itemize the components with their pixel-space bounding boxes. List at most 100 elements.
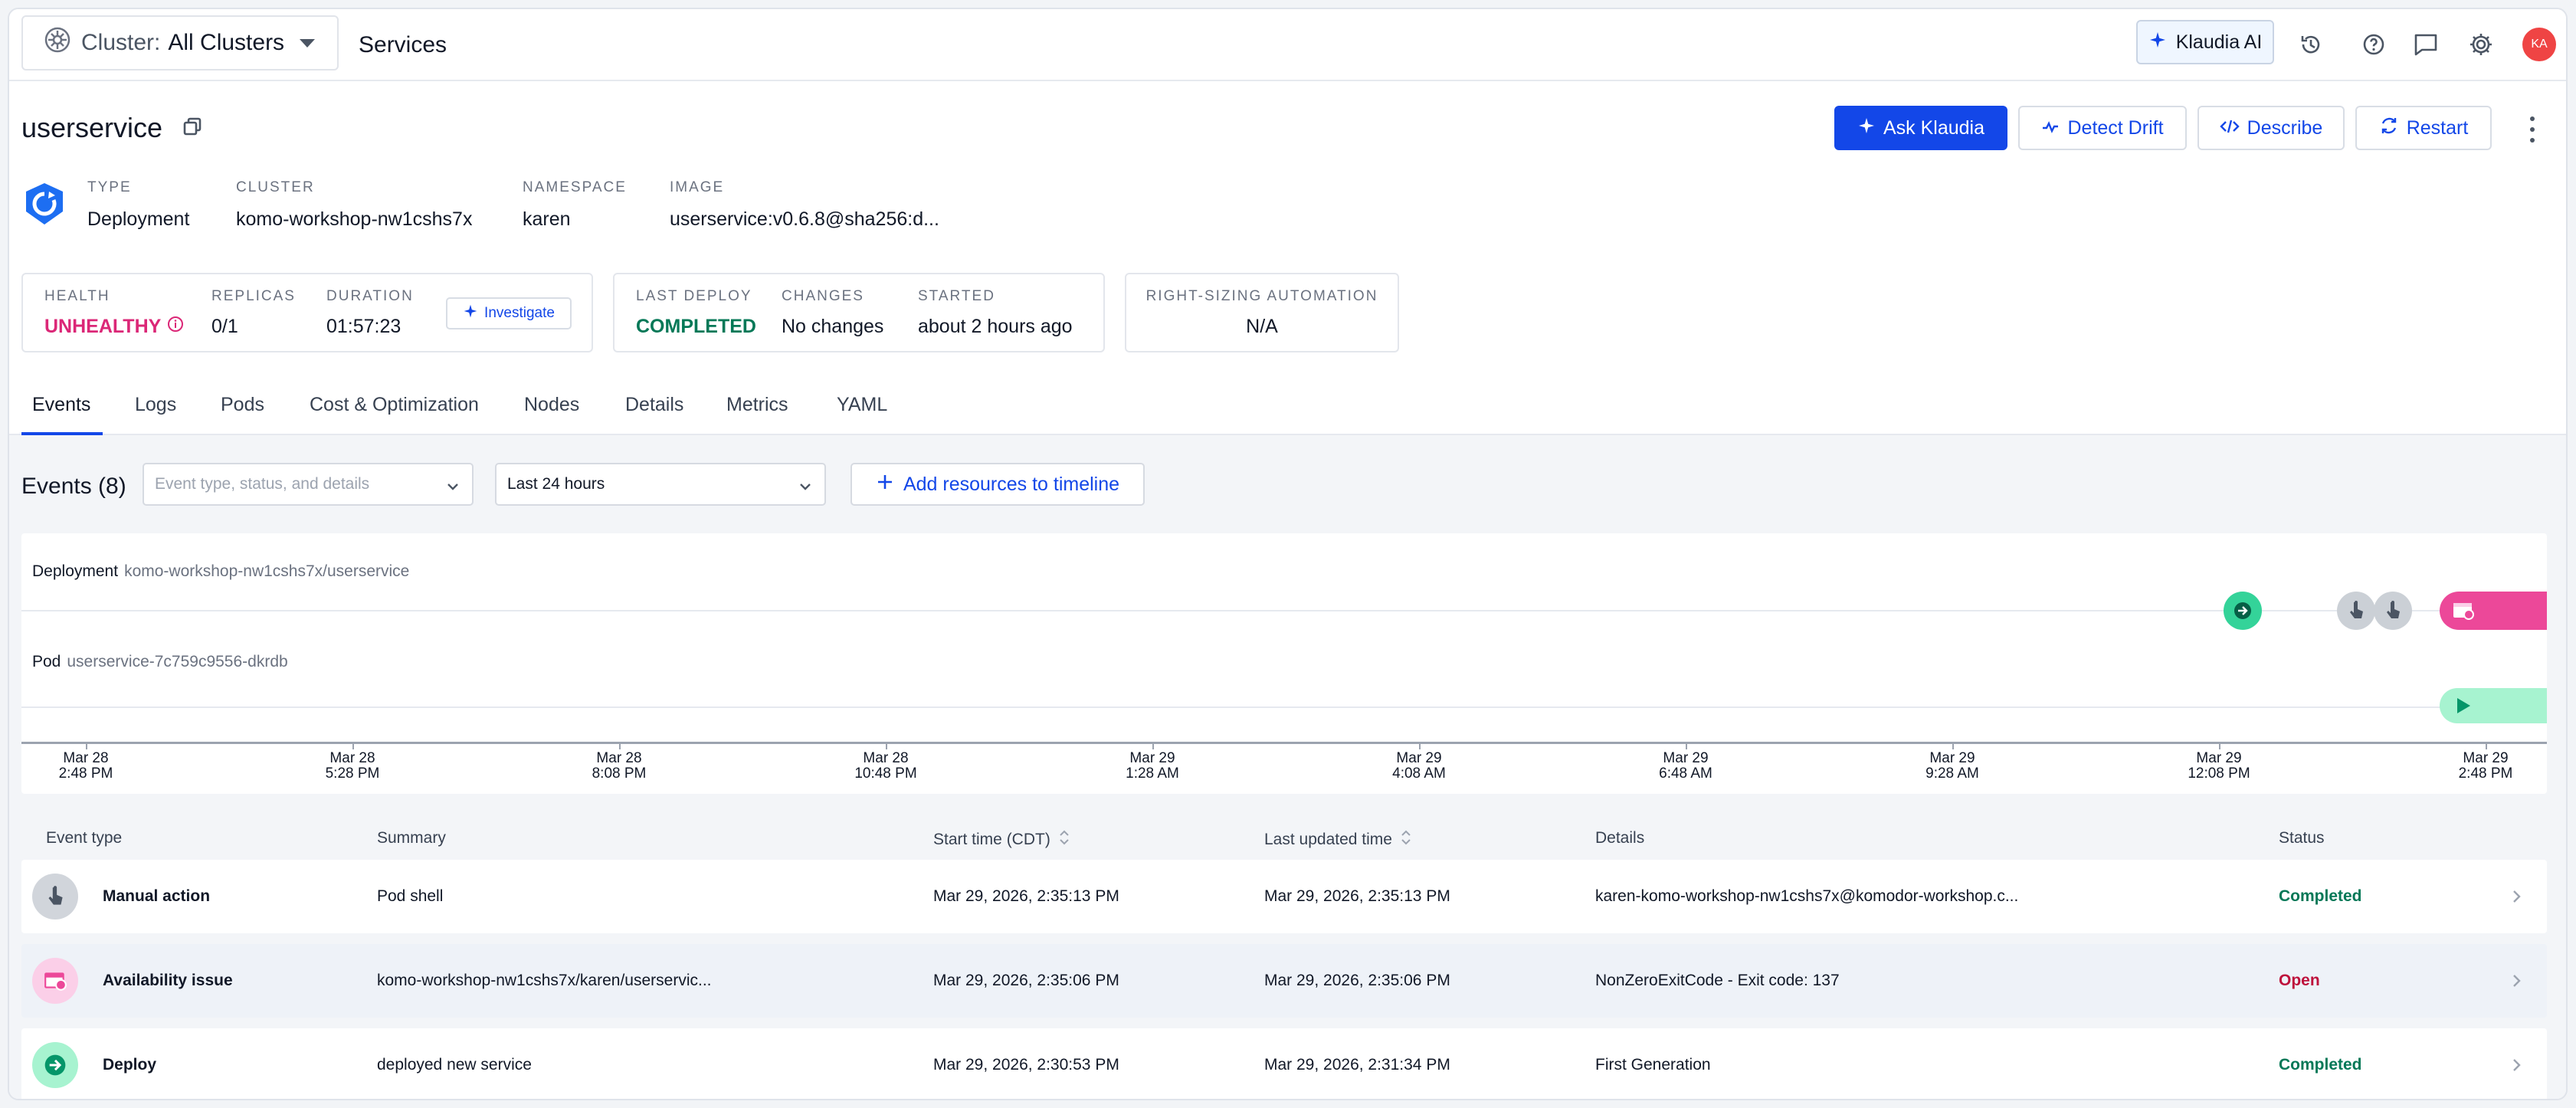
meta-namespace: NAMESPACE karen [523,179,627,231]
detect-drift-button[interactable]: Detect Drift [2018,106,2187,150]
table-row[interactable]: Deploy deployed new service Mar 29, 2026… [21,1028,2547,1099]
ask-klaudia-label: Ask Klaudia [1883,116,1985,139]
availability-issue-bar[interactable] [2440,592,2547,630]
events-table-header: Event type Summary Start time (CDT) Last… [21,818,2547,858]
tab-logs[interactable]: Logs [135,394,176,416]
manual-action-marker[interactable] [2374,592,2412,630]
event-filter-input[interactable]: Event type, status, and details [143,463,474,506]
column-header-label: Details [1595,829,1645,847]
chevron-right-icon[interactable] [2512,1057,2522,1077]
rightsizing-card: RIGHT-SIZING AUTOMATION N/A [1125,273,1399,352]
breadcrumb-services[interactable]: Services [359,32,447,58]
axis-tick [2219,742,2220,749]
tick-date: Mar 28 [596,750,642,766]
user-avatar[interactable]: KA [2522,28,2556,61]
health-label: HEALTH [44,288,110,304]
timeline-row-deployment[interactable]: Deployment komo-workshop-nw1cshs7x/userse… [32,562,409,581]
axis-tick [2486,742,2487,749]
sort-icon[interactable] [1400,829,1412,851]
more-options-icon[interactable] [2527,116,2538,143]
deploy-event-marker[interactable] [2224,592,2262,630]
deploy-icon [32,1042,78,1088]
timeline-lane [21,610,2547,611]
tick-time: 6:48 AM [1659,765,1712,782]
deployment-icon [21,181,67,231]
tab-cost-optimization[interactable]: Cost & Optimization [310,394,479,416]
tab-metrics[interactable]: Metrics [726,394,788,416]
tick-time: 2:48 PM [2458,765,2513,782]
deploy-card: LAST DEPLOY COMPLETED CHANGES No changes… [613,273,1105,352]
timeline-row-pod[interactable]: Pod userservice-7c759c9556-dkrdb [32,653,288,671]
meta-cluster-value: komo-workshop-nw1cshs7x [236,208,473,230]
tab-nodes[interactable]: Nodes [524,394,579,416]
timeline-axis [21,742,2547,744]
help-icon[interactable] [2358,29,2389,60]
meta-cluster: CLUSTER komo-workshop-nw1cshs7x [236,179,472,231]
tab-pods[interactable]: Pods [221,394,264,416]
manual-action-icon [32,874,78,920]
table-row[interactable]: Availability issue komo-workshop-nw1cshs… [21,944,2547,1018]
column-header-status: Status [2279,829,2325,847]
tab-details[interactable]: Details [625,394,683,416]
table-row[interactable]: Manual action Pod shell Mar 29, 2026, 2:… [21,860,2547,933]
tab-yaml[interactable]: YAML [837,394,887,416]
last-updated-cell: Mar 29, 2026, 2:35:06 PM [1264,972,1450,989]
cluster-value: All Clusters [168,30,285,55]
cluster-selector[interactable]: Cluster: All Clusters [21,15,339,70]
started-value: about 2 hours ago [918,316,1073,337]
gear-icon[interactable] [2466,29,2496,60]
chat-icon[interactable] [2410,29,2441,60]
pod-running-bar[interactable] [2440,688,2547,723]
axis-tick-label: Mar 28 5:28 PM [291,751,414,782]
started-label: STARTED [918,288,995,304]
summary-cell: komo-workshop-nw1cshs7x/karen/userservic… [377,972,712,989]
detect-drift-label: Detect Drift [2067,116,2164,139]
add-resources-button[interactable]: Add resources to timeline [850,463,1145,506]
describe-button[interactable]: Describe [2197,106,2345,150]
meta-image: IMAGE userservice:v0.6.8@sha256:d... [670,179,939,231]
column-header-start-time[interactable]: Start time (CDT) [933,829,1070,851]
describe-label: Describe [2247,116,2323,139]
chevron-right-icon[interactable] [2512,973,2522,992]
event-type-cell: Manual action [103,887,211,905]
event-filter-placeholder: Event type, status, and details [155,475,370,493]
service-title: userservice [21,112,163,143]
tick-date: Mar 29 [2196,750,2242,766]
investigate-button[interactable]: Investigate [446,297,572,329]
meta-image-value: userservice:v0.6.8@sha256:d... [670,208,939,230]
top-bar: Cluster: All Clusters Services Klaudia A… [9,9,2566,81]
restart-button[interactable]: Restart [2355,106,2492,150]
add-resources-label: Add resources to timeline [903,473,1120,495]
tab-events[interactable]: Events [32,394,90,416]
axis-tick [619,742,621,749]
status-badge: Completed [2279,1056,2362,1074]
column-header-last-updated[interactable]: Last updated time [1264,829,1412,851]
details-cell: NonZeroExitCode - Exit code: 137 [1595,972,1840,989]
copy-icon[interactable] [182,116,202,140]
meta-cluster-label: CLUSTER [236,179,315,195]
status-badge: Completed [2279,887,2362,905]
axis-tick [1952,742,1954,749]
availability-issue-icon [32,958,78,1004]
sort-icon[interactable] [1058,829,1070,851]
ask-klaudia-button[interactable]: Ask Klaudia [1834,106,2007,150]
axis-tick-label: Mar 28 8:08 PM [558,751,680,782]
tick-date: Mar 29 [1396,750,1442,766]
manual-action-marker[interactable] [2337,592,2375,630]
tick-date: Mar 29 [1663,750,1709,766]
info-icon[interactable] [167,316,184,338]
duration-label: DURATION [326,288,414,304]
column-header-label: Event type [46,829,123,847]
tick-time: 4:08 AM [1392,765,1446,782]
health-field: HEALTH UNHEALTHY [44,288,184,338]
rightsizing-value: N/A [1246,316,1278,337]
klaudia-ai-button[interactable]: Klaudia AI [2136,20,2274,64]
rightsizing-field: RIGHT-SIZING AUTOMATION N/A [1126,288,1398,338]
chevron-right-icon[interactable] [2512,889,2522,908]
meta-type: TYPE Deployment [87,179,189,231]
time-range-select[interactable]: Last 24 hours [495,463,826,506]
history-icon[interactable] [2296,29,2326,60]
rightsizing-label: RIGHT-SIZING AUTOMATION [1145,288,1378,304]
axis-tick-label: Mar 28 2:48 PM [25,751,147,782]
timeline-row-name: komo-workshop-nw1cshs7x/userservice [124,562,410,580]
